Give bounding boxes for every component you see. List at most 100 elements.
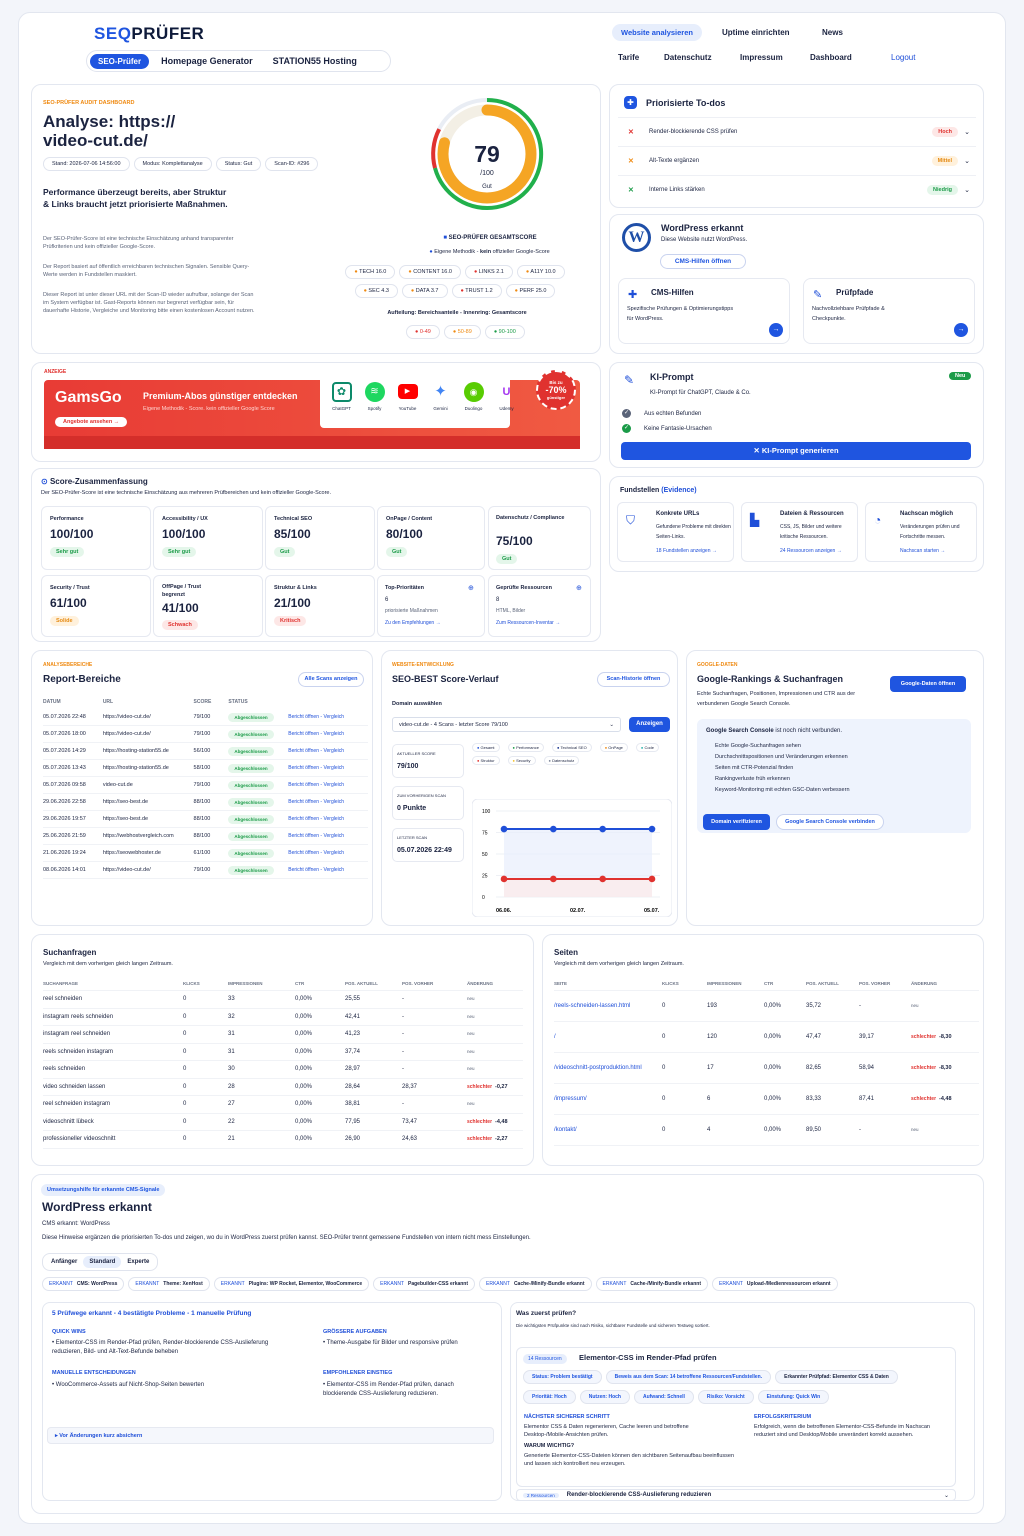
todo-item[interactable]: ✕ Render-blockierende CSS prüfen Hoch ⌄ (618, 117, 976, 146)
chevron-down-icon: ⌄ (609, 721, 614, 728)
detected-signal-chip: ERKANNT Upload-/Medienressourcen erkannt (712, 1277, 838, 1291)
nav-impressum[interactable]: Impressum (740, 53, 783, 62)
chip-trust: ● TRUST 1.2 (451, 284, 502, 298)
table-row[interactable]: 29.06.2026 19:57 https://seo-best.de 88/10… (43, 811, 368, 828)
report-open-link[interactable]: Bericht öffnen - Vergleich (288, 833, 368, 839)
domain-select[interactable]: video-cut.de - 4 Scans - letzter Score 7… (392, 717, 621, 732)
table-header: DATUM URL SCORE STATUS (43, 699, 248, 705)
nav-logout[interactable]: Logout (891, 53, 915, 62)
groessere-aufgaben-text: • Theme-Ausgabe für Bilder und responsiv… (323, 1340, 458, 1346)
chevron-down-icon[interactable]: ⌄ (958, 157, 976, 165)
nav-uptime[interactable]: Uptime einrichten (722, 28, 790, 37)
empfehlungen-link[interactable]: Zu den Empfehlungen → (385, 620, 441, 626)
detected-signal-chip: ERKANNT Pagebuilder-CSS erkannt (373, 1277, 476, 1291)
fund-urls[interactable]: ⛉ Konkrete URLs Gefundene Probleme mit d… (617, 502, 734, 562)
level-experte[interactable]: Experte (121, 1256, 155, 1268)
arrow-right-icon[interactable]: → (954, 323, 968, 337)
report-open-link[interactable]: Bericht öffnen - Vergleich (288, 782, 368, 788)
table-row[interactable]: 05.07.2026 13:43 https://hosting-station5… (43, 760, 368, 777)
legend-item[interactable]: ● OnPage (599, 743, 628, 752)
ad-cta-button[interactable]: Angebote ansehen → (55, 417, 128, 427)
todo-item[interactable]: ✕ Interne Links stärken Niedrig ⌄ (618, 175, 976, 204)
legend-item[interactable]: ● Security (507, 756, 536, 765)
scan-historie-button[interactable]: Scan-Historie öffnen (597, 672, 670, 687)
table-row[interactable]: 29.06.2026 22:58 https://seo-best.de 88/10… (43, 794, 368, 811)
ressourcen-link[interactable]: Zum Ressourcen-Inventar → (496, 620, 560, 626)
fund-urls-link[interactable]: 18 Fundstellen anzeigen → (656, 548, 717, 554)
table-row[interactable]: 05.07.2026 22:48 https://video-cut.de/79/… (43, 709, 368, 726)
anzeigen-button[interactable]: Anzeigen (629, 717, 670, 732)
legend-item[interactable]: ● Struktur (472, 756, 500, 765)
table-row[interactable]: 05.07.2026 09:58 video-cut.de 79/100 Abgesc… (43, 777, 368, 794)
report-open-link[interactable]: Bericht öffnen - Vergleich (288, 714, 368, 720)
fund-ressourcen[interactable]: ▙ Dateien & Ressourcen CSS, JS, Bilder u… (741, 502, 858, 562)
ad-banner[interactable]: GamsGo Premium-Abos günstiger entdecken … (44, 370, 580, 449)
report-open-link[interactable]: Bericht öffnen - Vergleich (288, 748, 368, 754)
fund-nachscan[interactable]: ◔ Nachscan möglich Veränderungen prüfen … (865, 502, 977, 562)
domain-verifizieren-button[interactable]: Domain verifizieren (703, 814, 770, 830)
nav-tarife[interactable]: Tarife (618, 53, 639, 62)
score-value: 79 (474, 141, 500, 167)
change-cell: schlechter -8,30 (911, 1034, 952, 1040)
top-prioritaeten-card[interactable]: Top-Prioritäten ⊕ 6 priorisierte Maßnahme… (377, 575, 485, 637)
alle-scans-button[interactable]: Alle Scans anzeigen (298, 672, 364, 687)
tab-homepage-generator[interactable]: Homepage Generator (149, 56, 265, 66)
legend-item[interactable]: ● Performance (507, 743, 544, 752)
close-icon: ✕ (628, 187, 634, 194)
report-open-link[interactable]: Bericht öffnen - Vergleich (288, 850, 368, 856)
nav-dashboard[interactable]: Dashboard (810, 53, 852, 62)
status-badge: Schwach (162, 620, 198, 630)
report-open-link[interactable]: Bericht öffnen - Vergleich (288, 799, 368, 805)
nachscan-link[interactable]: Nachscan starten → (900, 548, 945, 554)
verlauf-title: SEO-BEST Score-Verlauf (392, 674, 499, 684)
todo-item[interactable]: ✕ Alt-Texte ergänzen Mittel ⌄ (618, 146, 976, 175)
y-tick-label: 0 (482, 895, 485, 901)
tab-seo-pruefer[interactable]: SEO-Prüfer (90, 53, 150, 69)
todos-title: Priorisierte To-dos (646, 98, 726, 108)
ki-prompt-button[interactable]: ✕ KI-Prompt generieren (621, 442, 971, 460)
nav-datenschutz[interactable]: Datenschutz (664, 53, 712, 62)
cms-hilfen-button[interactable]: CMS-Hilfen öffnen (660, 254, 746, 269)
legend-item[interactable]: ● Technical SEO (551, 743, 592, 752)
seiten-table: SEITE KLICKS IMPRESSIONEN CTR POS. AKTUELL PO… (554, 977, 979, 1146)
tab-station55-hosting[interactable]: STATION55 Hosting (265, 56, 365, 66)
report-open-link[interactable]: Bericht öffnen - Vergleich (288, 816, 368, 822)
table-row[interactable]: 25.06.2026 21:59 https://webhostvergleich… (43, 828, 368, 845)
gemini-logo: ✦ Gemini (433, 383, 448, 411)
nav-news[interactable]: News (822, 28, 843, 37)
arrow-right-icon[interactable]: → (769, 323, 783, 337)
fund-ressourcen-link[interactable]: 24 Ressourcen anzeigen → (780, 548, 842, 554)
ressourcen-card[interactable]: Geprüfte Ressourcen ⊕ 8 HTML, Bilder Zum … (488, 575, 591, 637)
pruefpfade-card[interactable]: ✎ Prüfpfade Nachvollziehbare Prüfpfade &… (803, 278, 975, 344)
table-row[interactable]: 08.06.2026 14:01 https://video-cut.de/79/… (43, 862, 368, 879)
table-row[interactable]: 05.07.2026 18:00 https://video-cut.de/79/… (43, 726, 368, 743)
chip-content: ● CONTENT 16.0 (399, 265, 461, 279)
priority-badge: Niedrig (927, 185, 958, 195)
score-gesamt-label: ■ SEO-PRÜFER GESAMTSCORE (443, 235, 537, 241)
legend-item[interactable]: ● Datenschutz (543, 756, 580, 765)
report-open-link[interactable]: Bericht öffnen - Vergleich (288, 765, 368, 771)
brand-logo[interactable]: SEQPRÜFER (94, 24, 204, 44)
level-standard[interactable]: Standard (83, 1256, 122, 1268)
gsc-verbinden-button[interactable]: Google Search Console verbinden (776, 814, 884, 830)
chevron-down-icon[interactable]: ⌄ (958, 128, 976, 136)
change-cell: neu (467, 1013, 475, 1019)
report-open-link[interactable]: Bericht öffnen - Vergleich (288, 867, 368, 873)
level-anfaenger[interactable]: Anfänger (45, 1256, 83, 1268)
nav-website-analysieren[interactable]: Website analysieren (612, 24, 702, 41)
google-card: GOOGLE-DATEN Google-Rankings & Suchanfra… (686, 650, 984, 926)
chevron-down-icon[interactable]: ⌄ (958, 186, 976, 194)
table-row: /0 120 0,00% 47,47 39,17 schlechter -8,30 (554, 1022, 979, 1053)
legend-item[interactable]: ● Gesamt (472, 743, 500, 752)
ad-label: ANZEIGE (44, 369, 67, 375)
cms-hilfen-card[interactable]: ✚ CMS-Hilfen Spezifische Prüfungen & Opt… (618, 278, 790, 344)
table-row[interactable]: 21.06.2026 19:24 https://seowebhoster.de 6… (43, 845, 368, 862)
legend-item[interactable]: ● Code (635, 743, 659, 752)
google-daten-button[interactable]: Google-Daten öffnen (890, 676, 966, 692)
css-reduzieren-accordion[interactable]: 2 Ressourcen Render-blockierende CSS-Aus… (516, 1489, 956, 1501)
table-row[interactable]: 05.07.2026 14:29 https://hosting-station5… (43, 743, 368, 760)
cms-title: WordPress erkannt (42, 1200, 152, 1214)
gsc-bullet: Seiten mit CTR-Potenzial finden (715, 765, 794, 771)
absichern-accordion[interactable]: ▸ Vor Änderungen kurz absichern (47, 1427, 494, 1444)
report-open-link[interactable]: Bericht öffnen - Vergleich (288, 731, 368, 737)
